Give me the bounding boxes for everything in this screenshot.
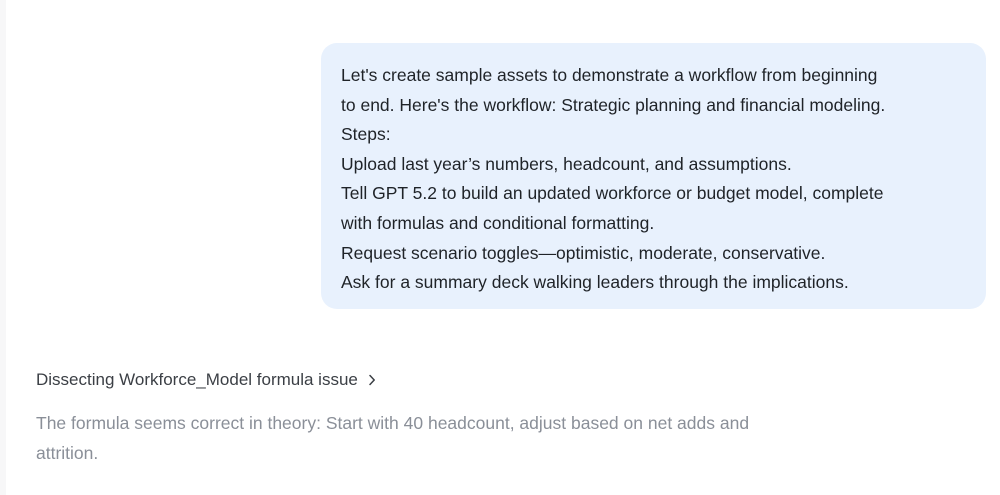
user-message-line: Steps: bbox=[341, 124, 391, 145]
user-message-bubble: Let's create sample assets to demonstrat… bbox=[321, 43, 986, 309]
user-message-line: Tell GPT 5.2 to build an updated workfor… bbox=[341, 183, 884, 204]
user-message-line: to end. Here's the workflow: Strategic p… bbox=[341, 94, 886, 115]
user-message-line: Let's create sample assets to demonstrat… bbox=[341, 65, 878, 85]
user-message-line: Ask for a summary deck walking leaders t… bbox=[341, 272, 849, 293]
reasoning-summary: The formula seems correct in theory: Sta… bbox=[36, 413, 750, 463]
user-message-line: with formulas and conditional formatting… bbox=[341, 212, 655, 233]
reasoning-toggle[interactable]: Dissecting Workforce_Model formula issue bbox=[36, 368, 378, 392]
user-message-line: Request scenario toggles—optimistic, mod… bbox=[341, 242, 826, 263]
reasoning-title: Dissecting Workforce_Model formula issue bbox=[36, 370, 358, 389]
sidebar-edge bbox=[0, 0, 6, 495]
chat-page: Let's create sample assets to demonstrat… bbox=[0, 0, 1000, 495]
user-message-line: Upload last year’s numbers, headcount, a… bbox=[341, 153, 792, 174]
chevron-right-icon bbox=[366, 373, 378, 387]
